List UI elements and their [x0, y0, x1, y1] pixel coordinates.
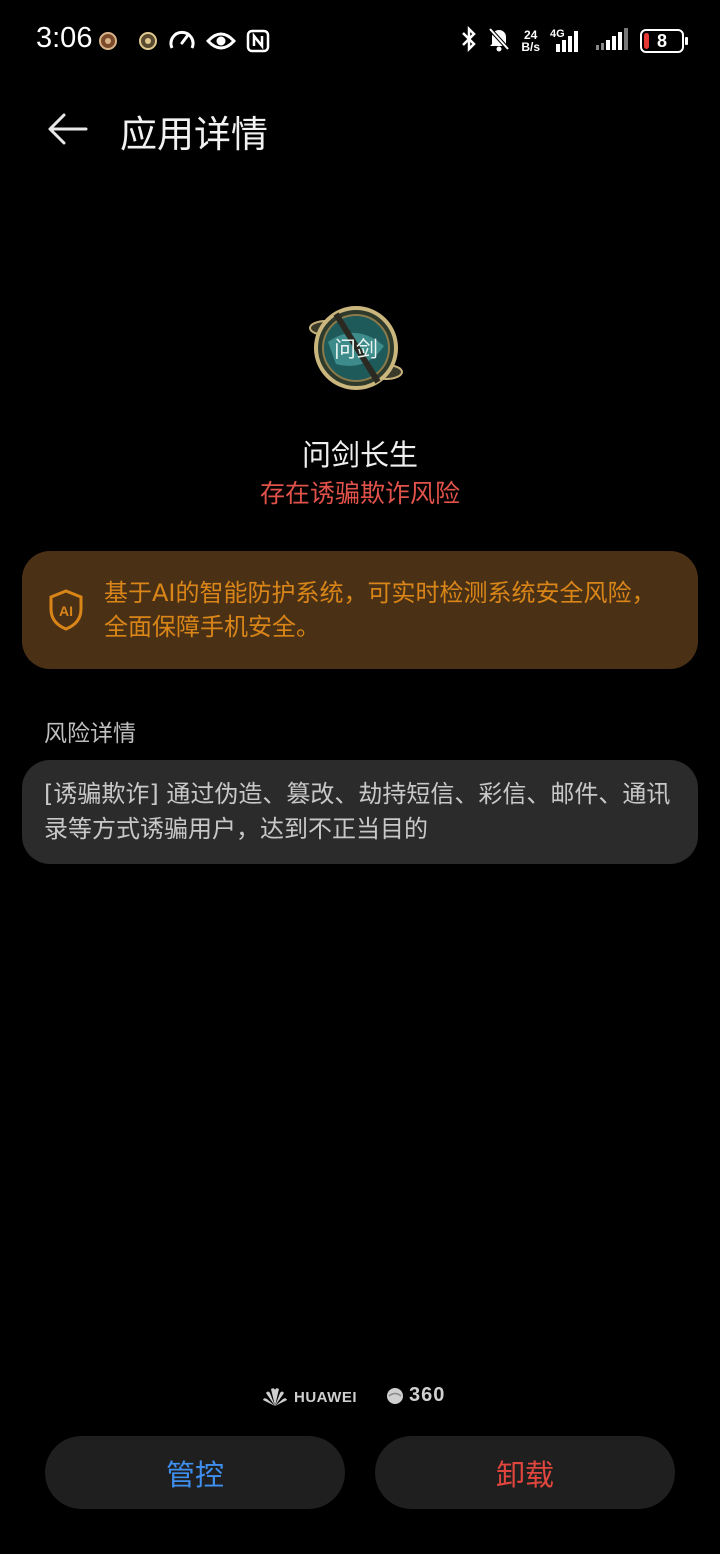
risk-details-card: [诱骗欺诈] 通过伪造、篡改、劫持短信、彩信、邮件、通讯录等方式诱骗用户，达到不… — [22, 760, 698, 864]
partner-logos: HUAWEI 360 — [0, 1384, 720, 1414]
360-orb-icon — [387, 1387, 403, 1404]
page-title: 应用详情 — [120, 113, 268, 156]
battery-fill — [644, 33, 649, 49]
app-icon: 问剑 — [306, 302, 406, 394]
back-button[interactable] — [40, 102, 94, 156]
arrow-left-icon — [48, 113, 88, 145]
ai-protection-card: AI 基于AI的智能防护系统，可实时检测系统安全风险，全面保障手机安全。 — [22, 551, 698, 669]
huawei-logo-text: HUAWEI — [294, 1388, 357, 1406]
header: 应用详情 — [0, 96, 720, 158]
battery-tip — [685, 37, 688, 45]
uninstall-button[interactable]: 卸载 — [375, 1436, 675, 1509]
battery-level: 8 — [656, 30, 667, 51]
app-name: 问剑长生 — [301, 438, 418, 472]
net-speed-unit: B/s — [521, 40, 540, 54]
status-left-icons — [98, 28, 270, 58]
app-notification-icon — [98, 31, 118, 55]
status-right-icons: 24 B/s 4G 8 — [461, 25, 688, 56]
huawei-logo: HUAWEI — [262, 1386, 357, 1408]
360-logo: 360 — [386, 1384, 445, 1407]
bluetooth-icon — [461, 25, 477, 56]
risk-details-text: [诱骗欺诈] 通过伪造、篡改、劫持短信、彩信、邮件、通讯录等方式诱骗用户，达到不… — [44, 780, 671, 843]
nfc-icon — [246, 29, 270, 57]
bell-muted-icon — [487, 26, 511, 56]
eye-icon — [205, 30, 237, 56]
app-notification-icon — [138, 31, 158, 55]
signal-icon — [594, 26, 630, 56]
ai-notice-text: 基于AI的智能防护系统，可实时检测系统安全风险，全面保障手机安全。 — [104, 579, 656, 641]
ai-shield-icon: AI — [48, 589, 84, 631]
360-logo-text: 360 — [409, 1384, 446, 1406]
net-speed: 24 B/s — [521, 29, 540, 53]
ai-badge-text: AI — [59, 603, 73, 619]
speedometer-icon — [168, 28, 196, 58]
svg-text:问剑: 问剑 — [334, 338, 378, 363]
status-bar: 3:06 24 B/s 4G 8 — [0, 0, 720, 82]
risk-details-heading: 风险详情 — [44, 721, 136, 747]
signal-icon: 4G — [550, 28, 584, 54]
battery-icon: 8 — [640, 29, 688, 53]
huawei-flower-icon — [263, 1388, 287, 1406]
status-time: 3:06 — [36, 22, 93, 54]
risk-label: 存在诱骗欺诈风险 — [259, 479, 460, 508]
control-button[interactable]: 管控 — [45, 1436, 345, 1509]
